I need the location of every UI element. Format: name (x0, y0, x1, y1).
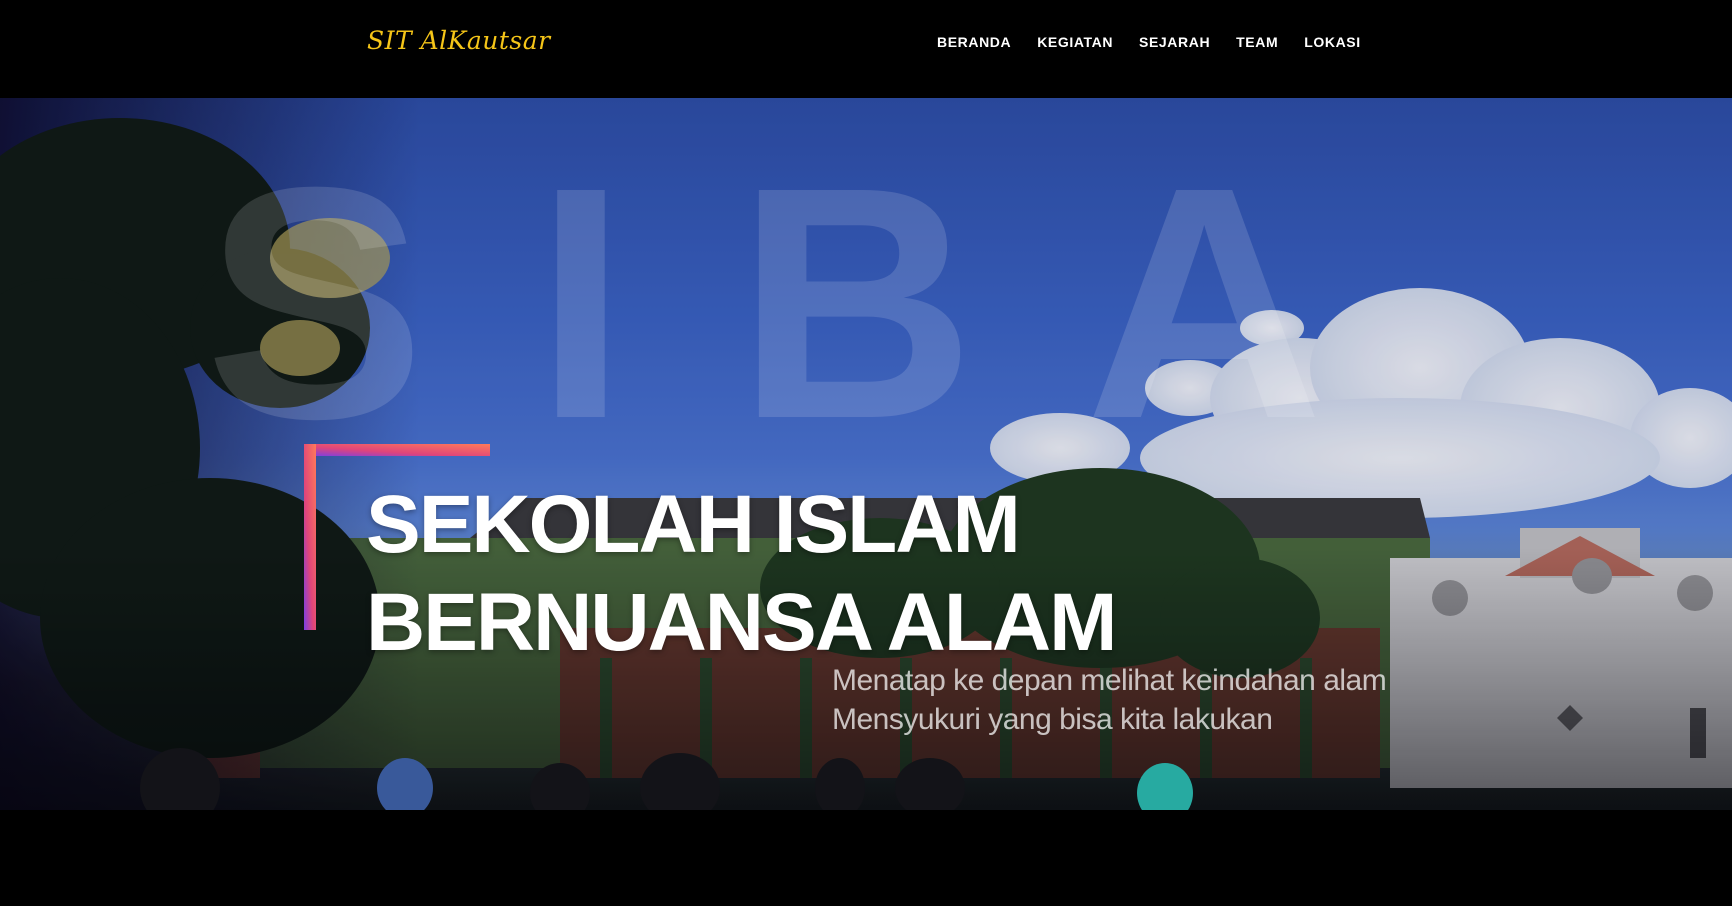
nav-link-beranda[interactable]: BERANDA (937, 34, 1011, 50)
hero-tagline: Menatap ke depan melihat keindahan alam … (832, 661, 1387, 739)
navbar: SIT AlKautsar BERANDA KEGIATAN SEJARAH T… (0, 0, 1732, 98)
hero-section: SIBA SEKOLAH ISLAM BERNUANSA ALAM Menata… (0, 98, 1732, 810)
hero-headline-line2: BERNUANSA ALAM (366, 577, 1117, 668)
hero-tagline-line2: Mensyukuri yang bisa kita lakukan (832, 703, 1273, 736)
nav-link-sejarah[interactable]: SEJARAH (1139, 34, 1210, 50)
brand-logo[interactable]: SIT AlKautsar (367, 26, 551, 55)
hero-watermark-text: SIBA (205, 118, 1434, 487)
nav-link-lokasi[interactable]: LOKASI (1304, 34, 1361, 50)
nav-link-kegiatan[interactable]: KEGIATAN (1037, 34, 1113, 50)
hero-tagline-line1: Menatap ke depan melihat keindahan alam (832, 664, 1387, 697)
nav-link-team[interactable]: TEAM (1236, 34, 1278, 50)
hero-headline: SEKOLAH ISLAM BERNUANSA ALAM (366, 476, 1117, 672)
hero-headline-line1: SEKOLAH ISLAM (366, 479, 1021, 570)
nav-links: BERANDA KEGIATAN SEJARAH TEAM LOKASI (937, 34, 1361, 50)
